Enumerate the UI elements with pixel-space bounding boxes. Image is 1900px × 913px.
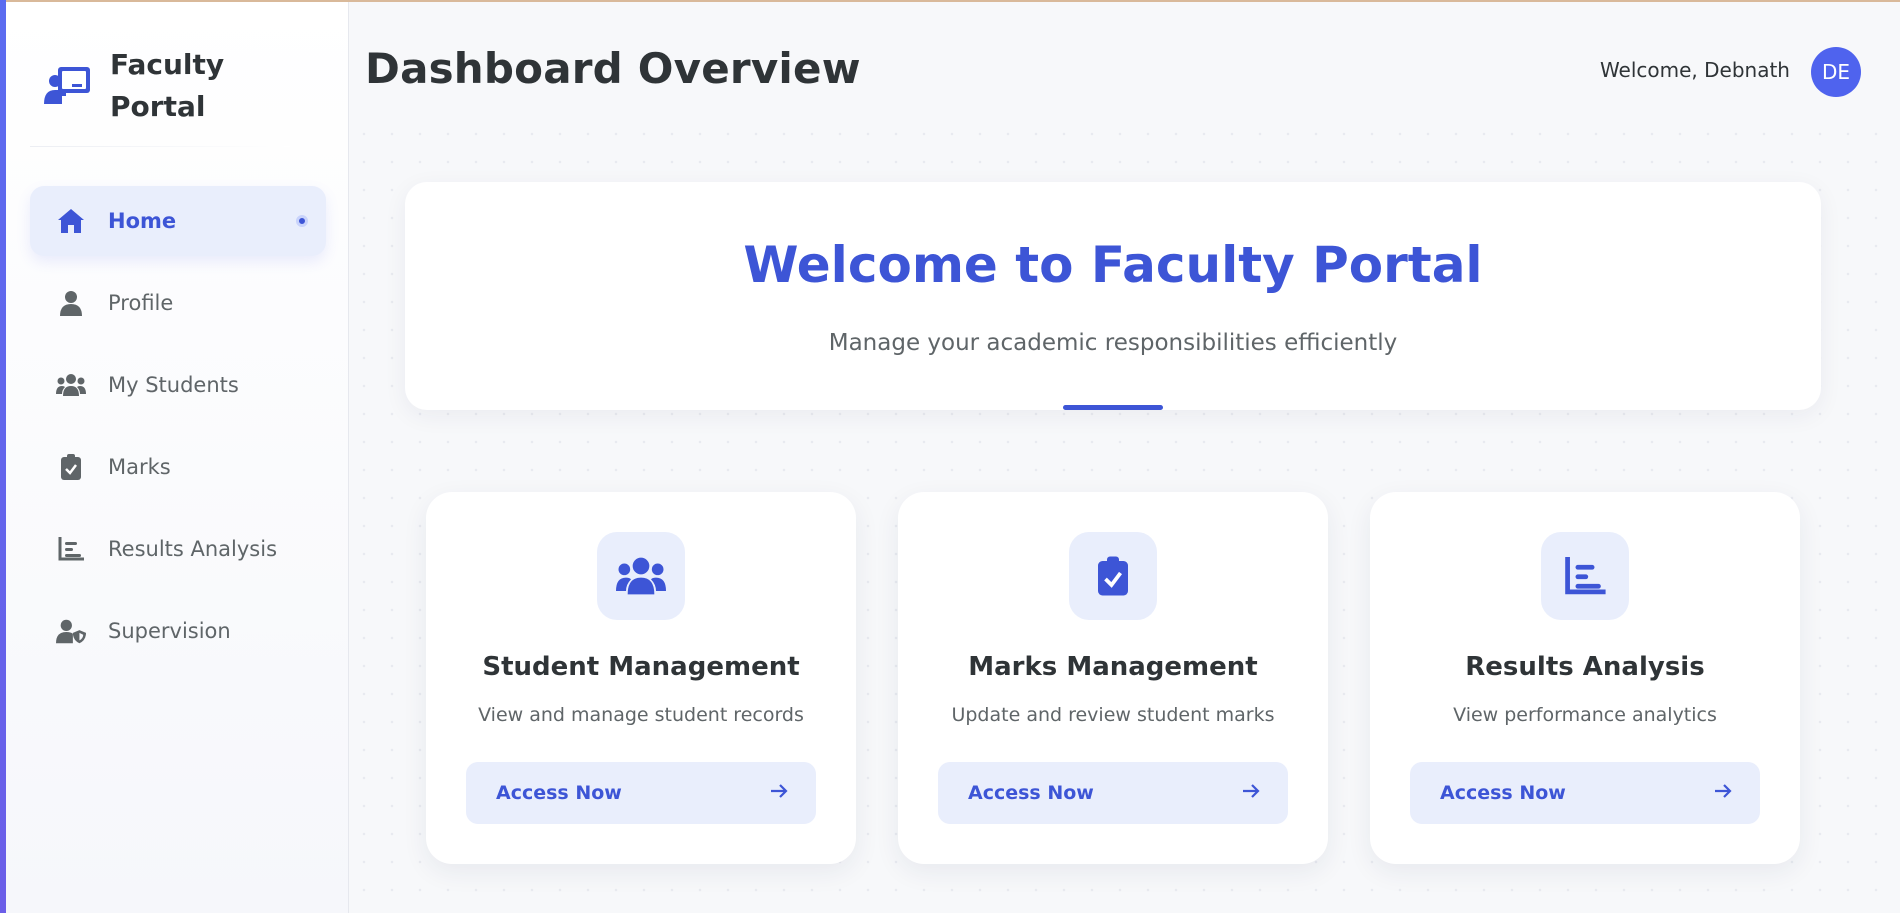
card-results-analysis: Results Analysis View performance analyt…: [1370, 492, 1800, 864]
sidebar-item-label: My Students: [108, 373, 239, 397]
sidebar-item-profile[interactable]: Profile: [30, 268, 326, 338]
sidebar-item-supervision[interactable]: Supervision: [30, 596, 326, 666]
sidebar-nav: Home Profile My Students Marks Results A…: [30, 186, 326, 678]
sidebar-item-label: Marks: [108, 455, 171, 479]
chalkboard-teacher-icon: [44, 64, 92, 108]
access-now-button[interactable]: Access Now: [1410, 762, 1760, 824]
page-title: Dashboard Overview: [365, 44, 861, 93]
button-label: Access Now: [1440, 782, 1566, 804]
arrow-right-icon: [1242, 783, 1260, 803]
sidebar-item-label: Home: [108, 209, 177, 233]
user-shield-icon: [56, 616, 86, 646]
access-now-button[interactable]: Access Now: [938, 762, 1288, 824]
sidebar-item-label: Supervision: [108, 619, 231, 643]
banner-underline: [1063, 405, 1163, 410]
sidebar-item-label: Results Analysis: [108, 537, 278, 561]
card-description: View and manage student records: [478, 704, 804, 726]
sidebar-item-my-students[interactable]: My Students: [30, 350, 326, 420]
brand[interactable]: Faculty Portal: [34, 42, 304, 148]
users-icon: [56, 370, 86, 400]
faculty-portal-app: Faculty Portal Home Profile My Students …: [0, 0, 1900, 913]
card-title: Marks Management: [968, 652, 1258, 682]
card-description: View performance analytics: [1453, 704, 1717, 726]
home-icon: [56, 206, 86, 236]
card-title: Results Analysis: [1465, 652, 1705, 682]
sidebar: Faculty Portal Home Profile My Students …: [6, 2, 349, 913]
active-indicator: [296, 215, 308, 227]
sidebar-item-label: Profile: [108, 291, 174, 315]
brand-title: Faculty Portal: [110, 48, 225, 123]
clipboard-check-icon: [1069, 532, 1157, 620]
user-icon: [56, 288, 86, 318]
arrow-right-icon: [1714, 783, 1732, 803]
card-title: Student Management: [482, 652, 800, 682]
card-description: Update and review student marks: [951, 704, 1275, 726]
arrow-right-icon: [770, 783, 788, 803]
clipboard-check-icon: [56, 452, 86, 482]
button-label: Access Now: [496, 782, 622, 804]
welcome-text: Welcome, Debnath: [1599, 58, 1790, 82]
card-student-management: Student Management View and manage stude…: [426, 492, 856, 864]
bar-chart-icon: [56, 534, 86, 564]
sidebar-item-results-analysis[interactable]: Results Analysis: [30, 514, 326, 584]
welcome-banner: Welcome to Faculty Portal Manage your ac…: [405, 182, 1821, 410]
bar-chart-icon: [1541, 532, 1629, 620]
avatar[interactable]: DE: [1811, 47, 1861, 97]
banner-title: Welcome to Faculty Portal: [743, 236, 1483, 294]
sidebar-item-marks[interactable]: Marks: [30, 432, 326, 502]
banner-subtitle: Manage your academic responsibilities ef…: [828, 330, 1398, 356]
button-label: Access Now: [968, 782, 1094, 804]
divider: [30, 146, 290, 147]
card-marks-management: Marks Management Update and review stude…: [898, 492, 1328, 864]
users-icon: [597, 532, 685, 620]
sidebar-item-home[interactable]: Home: [30, 186, 326, 256]
access-now-button[interactable]: Access Now: [466, 762, 816, 824]
